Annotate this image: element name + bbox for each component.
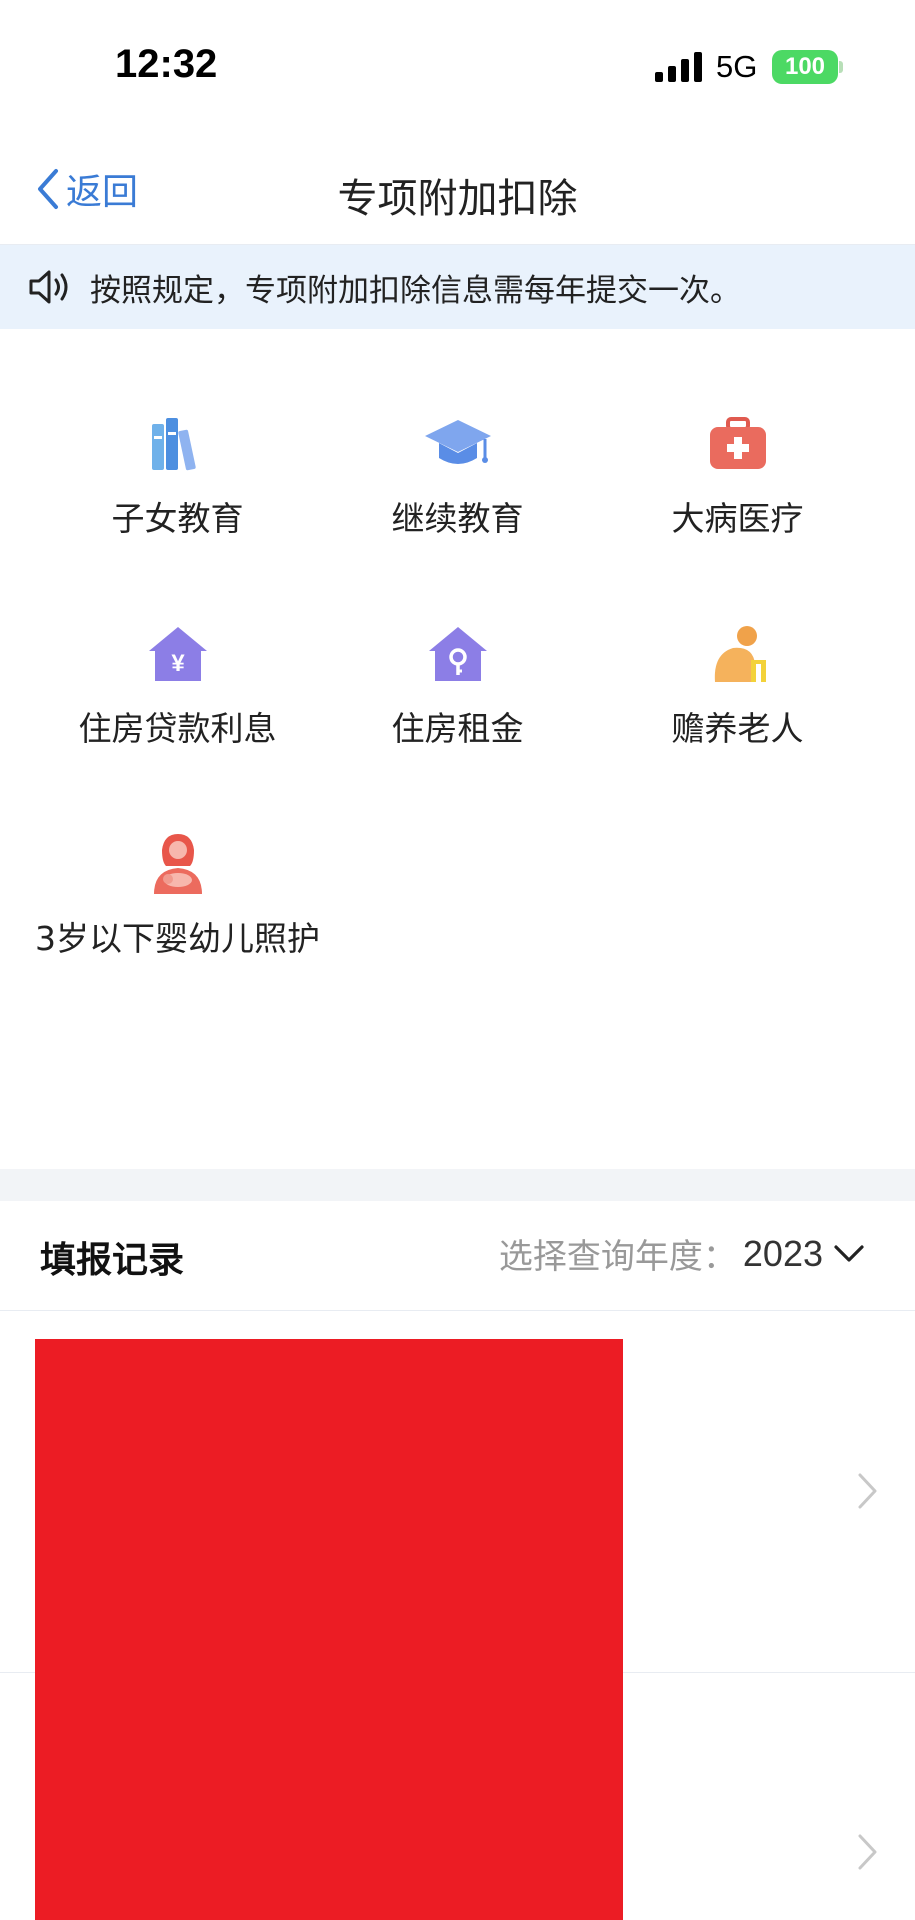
nav-bar: 返回 专项附加扣除: [0, 130, 915, 245]
chevron-right-icon: [858, 1473, 877, 1509]
status-bar: 12:32 5G 100: [0, 0, 915, 130]
chevron-down-icon: [834, 1244, 864, 1262]
battery-tip: [839, 61, 843, 73]
deduction-label: 赡养老人: [671, 709, 804, 748]
svg-text:¥: ¥: [171, 650, 185, 677]
deduction-label: 子女教育: [111, 499, 244, 538]
mother-baby-icon: [153, 834, 202, 894]
year-label: 选择查询年度：: [498, 1237, 737, 1277]
deduction-label: 继续教育: [391, 499, 524, 538]
battery-icon: 100: [772, 50, 838, 84]
notice-banner: 按照规定，专项附加扣除信息需每年提交一次。: [0, 245, 915, 329]
year-value: 2023: [742, 1232, 823, 1274]
house-yen-icon: ¥: [148, 627, 207, 681]
house-key-icon: [428, 627, 487, 681]
deduction-continuing-education[interactable]: 继续教育: [305, 409, 610, 545]
deduction-housing-rent[interactable]: 住房租金: [305, 619, 610, 755]
deduction-label: 大病医疗: [671, 499, 804, 538]
deduction-infant-care[interactable]: 3岁以下婴幼儿照护: [25, 829, 330, 965]
network-label: 5G: [716, 49, 758, 84]
signal-icon: [655, 52, 702, 82]
medical-kit-icon: [709, 417, 766, 469]
graduation-cap-icon: [424, 420, 491, 464]
deduction-label: 3岁以下婴幼儿照护: [35, 919, 320, 958]
deduction-grid: 子女教育 继续教育 大病医疗 ¥ 住房贷款利息 住房租金 赡养老人 3岁以下婴幼…: [0, 329, 915, 1169]
speaker-icon: [29, 270, 68, 304]
status-time: 12:32: [115, 42, 218, 86]
year-selector[interactable]: 选择查询年度： 2023: [499, 1229, 865, 1278]
section-divider: [0, 1169, 915, 1201]
deduction-children-education[interactable]: 子女教育: [25, 409, 330, 545]
deduction-label: 住房租金: [391, 709, 524, 748]
deduction-elderly-support[interactable]: 赡养老人: [585, 619, 890, 755]
elderly-person-icon: [714, 626, 766, 682]
deduction-serious-illness[interactable]: 大病医疗: [585, 409, 890, 545]
deduction-label: 住房贷款利息: [78, 709, 277, 748]
records-header: 填报记录 选择查询年度： 2023: [0, 1201, 915, 1311]
page-title: 专项附加扣除: [337, 176, 578, 222]
books-icon: [151, 418, 196, 471]
chevron-right-icon: [858, 1834, 877, 1870]
records-title: 填报记录: [40, 1240, 185, 1281]
redaction-block: [35, 1339, 623, 1920]
notice-text: 按照规定，专项附加扣除信息需每年提交一次。: [90, 272, 741, 309]
deduction-housing-loan-interest[interactable]: ¥ 住房贷款利息: [25, 619, 330, 755]
